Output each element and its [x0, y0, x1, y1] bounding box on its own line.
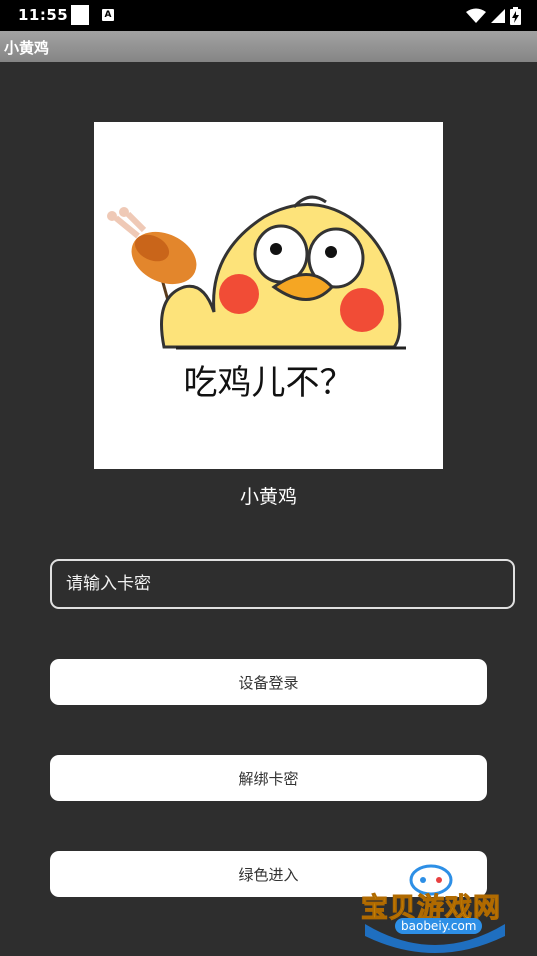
app-name-label: 小黄鸡 [239, 486, 297, 508]
app-notification-icon: A [102, 9, 114, 21]
app-title: 小黄鸡 [4, 39, 50, 57]
watermark-url: baobeiy.com [395, 918, 483, 934]
signal-icon [491, 9, 505, 23]
status-bar: 11:55 A [0, 0, 537, 31]
device-login-button[interactable]: 设备登录 [50, 659, 487, 705]
battery-icon [510, 7, 521, 25]
wifi-icon [466, 8, 486, 23]
watermark: 宝贝游戏网 baobeiy.com [355, 862, 515, 954]
logo-image: 吃鸡儿不？ [94, 122, 443, 469]
title-bar: 小黄鸡 [0, 31, 537, 62]
unbind-card-button[interactable]: 解绑卡密 [50, 755, 487, 801]
card-key-input[interactable] [50, 559, 515, 609]
notification-icon [71, 5, 89, 25]
chick-meme-illustration [107, 195, 406, 350]
status-icons [466, 6, 521, 26]
status-time: 11:55 [18, 6, 69, 24]
logo-caption: 吃鸡儿不？ [183, 363, 354, 403]
chick-icon [160, 195, 402, 349]
